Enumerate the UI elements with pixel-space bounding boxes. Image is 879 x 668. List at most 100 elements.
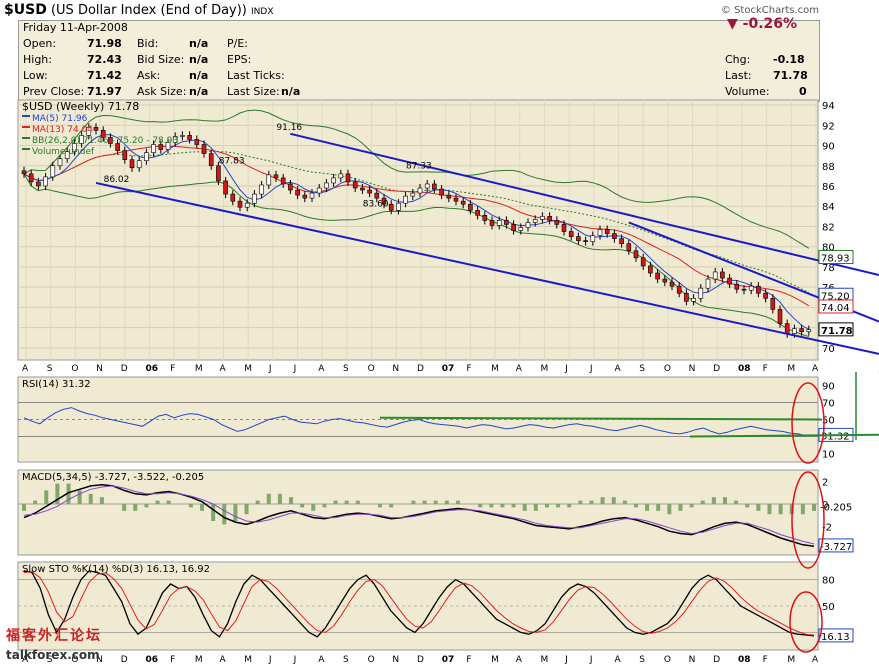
macd-hist-bar bbox=[333, 500, 338, 504]
candle-body bbox=[129, 159, 135, 169]
candle-body bbox=[496, 220, 502, 226]
x-month-label: A bbox=[22, 364, 29, 374]
candle-body bbox=[597, 229, 603, 236]
candle-body bbox=[230, 193, 236, 202]
candle-body bbox=[475, 209, 480, 216]
candle-body bbox=[144, 152, 149, 162]
candle-body bbox=[288, 183, 293, 191]
sto-x-month-label: A bbox=[615, 655, 622, 665]
candle-body bbox=[633, 250, 639, 259]
sto-x-month-label: A bbox=[318, 655, 325, 665]
candle-body bbox=[331, 177, 336, 184]
candle-body bbox=[439, 188, 444, 196]
macd-hist-bar bbox=[700, 500, 705, 504]
macd-hist-bar bbox=[678, 504, 683, 511]
candle-body bbox=[93, 127, 99, 131]
x-month-label: D bbox=[713, 364, 720, 374]
macd-hist-bar bbox=[589, 500, 594, 504]
macd-hist-bar bbox=[33, 500, 38, 504]
candle-body bbox=[316, 187, 322, 194]
legend-entry: Volume undef bbox=[32, 147, 95, 157]
candle-body bbox=[302, 194, 308, 199]
candle-body bbox=[763, 292, 768, 299]
sto-x-month-label: M bbox=[244, 655, 252, 665]
x-month-label: N bbox=[96, 364, 103, 374]
candle-body bbox=[367, 189, 372, 194]
right-price-label: 71.78 bbox=[821, 326, 853, 337]
candle-body bbox=[799, 328, 804, 332]
x-month-label: J bbox=[293, 364, 297, 374]
candle-body bbox=[619, 238, 624, 244]
x-month-label: 06 bbox=[145, 364, 158, 374]
macd-hist-bar bbox=[211, 504, 216, 521]
x-month-label: J bbox=[268, 364, 272, 374]
macd-hist-bar bbox=[378, 504, 383, 508]
price-tick-label: 88 bbox=[822, 162, 835, 173]
sto-x-month-label: N bbox=[689, 655, 696, 665]
candle-body bbox=[21, 170, 27, 175]
price-annotation: 83.60 bbox=[363, 199, 389, 209]
macd-hist-bar bbox=[522, 504, 527, 511]
price-tick-label: 94 bbox=[822, 101, 835, 112]
sto-x-month-label: S bbox=[639, 655, 645, 665]
macd-hist-bar bbox=[578, 500, 583, 504]
macd-hist-bar bbox=[800, 504, 805, 515]
candle-body bbox=[424, 183, 430, 189]
macd-hist-bar bbox=[511, 504, 516, 508]
x-month-label: O bbox=[368, 364, 375, 374]
macd-hist-bar bbox=[745, 504, 750, 508]
x-month-label: N bbox=[689, 364, 696, 374]
candle-body bbox=[194, 139, 200, 145]
macd-hist-bar bbox=[344, 500, 349, 504]
candle-body bbox=[770, 297, 776, 310]
candle-body bbox=[640, 257, 646, 267]
price-tick-label: 92 bbox=[822, 121, 835, 132]
candle-body bbox=[504, 220, 509, 225]
candle-body bbox=[806, 329, 812, 332]
macd-hist-bar bbox=[266, 493, 271, 504]
candle-body bbox=[446, 194, 452, 199]
candle-body bbox=[547, 216, 552, 221]
macd-hist-bar bbox=[600, 497, 605, 504]
macd-hist-bar bbox=[222, 504, 227, 525]
candle-body bbox=[403, 195, 408, 204]
x-month-label: 08 bbox=[738, 364, 751, 374]
macd-hist-bar bbox=[778, 504, 783, 515]
candle-body bbox=[468, 203, 473, 211]
macd-hist-bar bbox=[622, 500, 627, 504]
macd-hist-bar bbox=[22, 504, 26, 511]
x-month-label: J bbox=[589, 364, 593, 374]
macd-hist-bar bbox=[122, 504, 127, 511]
legend-entry: BB(26,2.0) 71.46 - 75.20 - 78.93 bbox=[32, 136, 178, 146]
x-month-label: S bbox=[343, 364, 349, 374]
right-price-label: 74.04 bbox=[821, 303, 850, 314]
rsi-last-label: 31.32 bbox=[821, 431, 850, 442]
x-month-label: M bbox=[787, 364, 795, 374]
candle-body bbox=[201, 144, 207, 154]
sto-x-month-label: D bbox=[121, 655, 128, 665]
candle-body bbox=[511, 224, 516, 231]
x-month-label: F bbox=[466, 364, 471, 374]
macd-hist-bar bbox=[544, 504, 549, 508]
macd-hist-bar bbox=[300, 504, 305, 508]
macd-hist-bar bbox=[99, 497, 104, 504]
candle-body bbox=[590, 235, 596, 242]
candle-body bbox=[741, 288, 747, 291]
candle-body bbox=[540, 216, 545, 220]
macd-hist-bar bbox=[166, 500, 171, 504]
rsi-tick-label: 10 bbox=[822, 450, 835, 461]
macd-hist-bar bbox=[656, 504, 661, 511]
x-month-label: S bbox=[639, 364, 645, 374]
candle-body bbox=[273, 174, 279, 179]
sto-x-month-label: J bbox=[564, 655, 568, 665]
macd-hist-bar bbox=[734, 500, 739, 504]
sto-x-month-label: O bbox=[368, 655, 375, 665]
candle-body bbox=[187, 135, 192, 140]
sto-x-month-label: D bbox=[417, 655, 424, 665]
candle-body bbox=[712, 271, 718, 280]
macd-hist-bar bbox=[200, 504, 205, 511]
macd-hist-bar bbox=[667, 504, 672, 515]
candle-body bbox=[324, 182, 329, 189]
candle-body bbox=[252, 193, 257, 204]
candle-body bbox=[676, 285, 682, 294]
